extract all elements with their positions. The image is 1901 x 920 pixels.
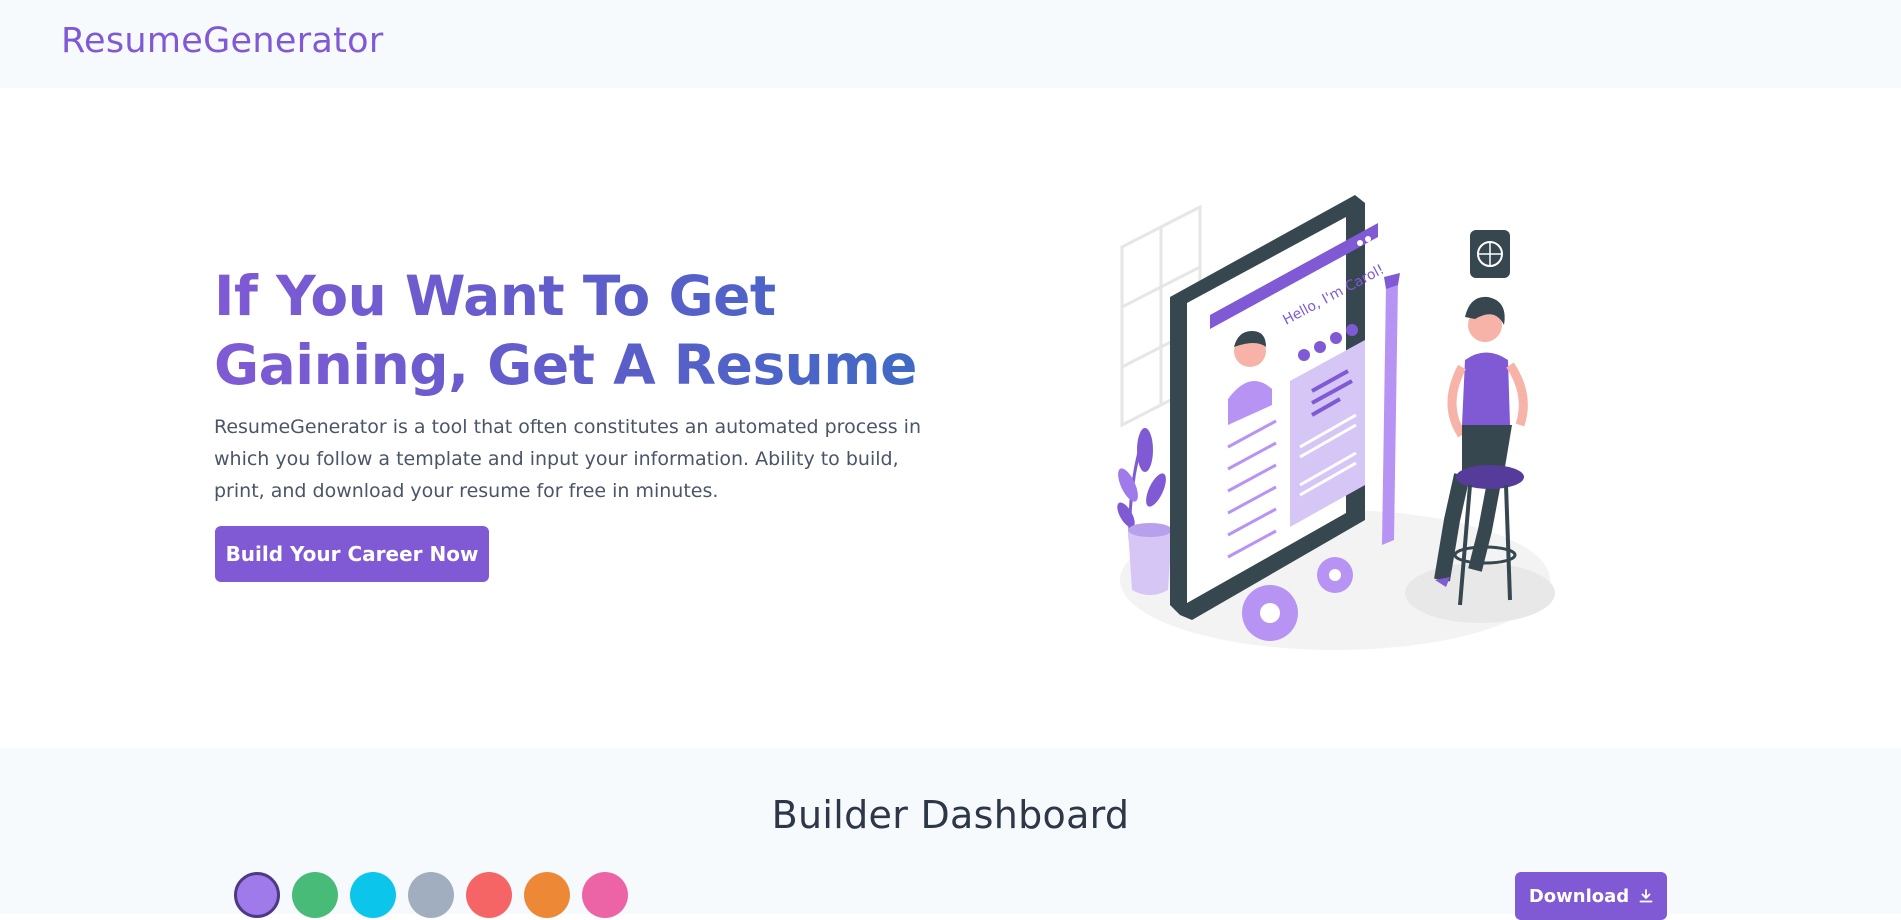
color-swatch-orange[interactable]: [524, 872, 570, 918]
color-swatch-gray[interactable]: [408, 872, 454, 918]
download-button[interactable]: Download: [1515, 872, 1667, 920]
chair-shadow: [1405, 563, 1555, 623]
globe-bubble-icon: [1470, 230, 1510, 278]
dashboard-title: Builder Dashboard: [771, 793, 1130, 837]
color-swatch-pink[interactable]: [582, 872, 628, 918]
hero-title: If You Want To Get Gaining, Get A Resume: [214, 262, 974, 400]
resume-builder-illustration: Hello, I'm Carol!: [1117, 195, 1555, 650]
download-label: Download: [1528, 885, 1630, 907]
pen: [1382, 281, 1398, 545]
brand-logo-link[interactable]: ResumeGenerator: [61, 21, 384, 61]
woman-figure: [1434, 296, 1528, 606]
hero-description: ResumeGenerator is a tool that often con…: [214, 416, 921, 502]
color-swatch-cyan[interactable]: [350, 872, 396, 918]
download-icon: [1639, 889, 1653, 903]
navbar: ResumeGenerator: [0, 0, 1901, 88]
color-swatch-red[interactable]: [466, 872, 512, 918]
build-career-button[interactable]: Build Your Career Now: [215, 526, 489, 582]
color-swatch-purple[interactable]: [234, 872, 280, 918]
color-swatch-green[interactable]: [292, 872, 338, 918]
